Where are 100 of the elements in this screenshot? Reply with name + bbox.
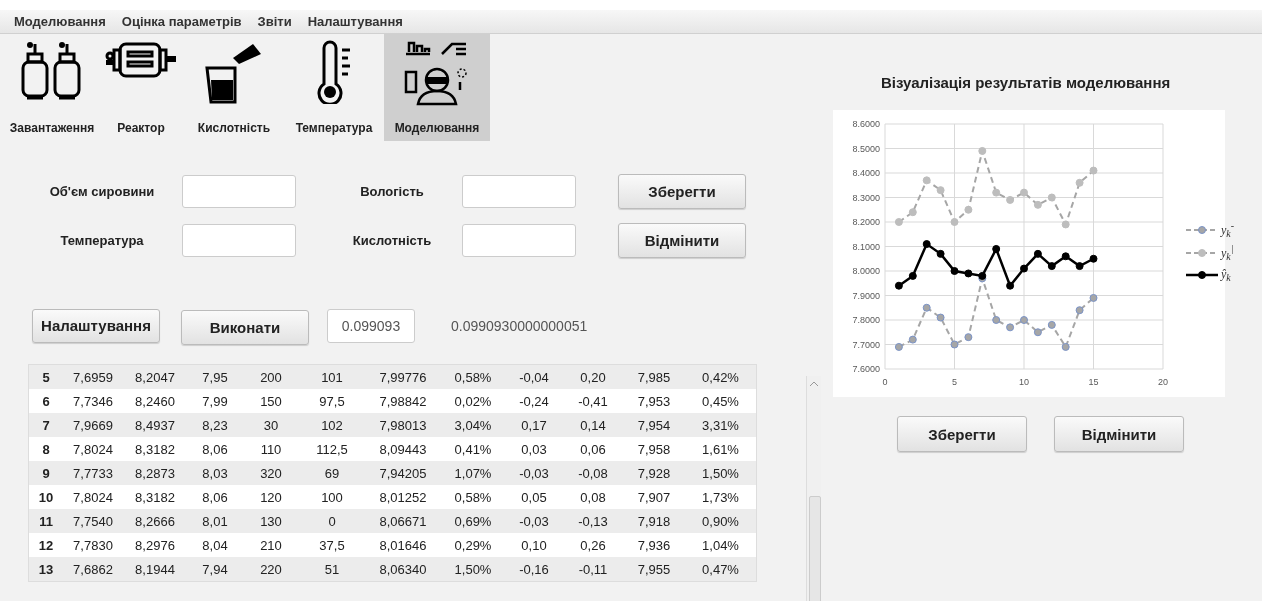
point: [950, 267, 959, 275]
table-cell-text: 220: [259, 561, 283, 577]
table-cell-text: 7,907: [636, 489, 672, 505]
legend-line-icon: [1185, 269, 1219, 280]
table-cell-text: 8,3182: [134, 489, 176, 505]
menu-item[interactable]: Налаштування: [307, 14, 403, 29]
form-button[interactable]: Зберегти: [618, 174, 746, 209]
point: [1075, 178, 1084, 187]
table-cell-text: 8,2873: [134, 465, 176, 481]
point: [922, 240, 931, 249]
point: [1061, 220, 1070, 229]
table-cell-text: 97,5: [318, 393, 346, 409]
chart-button[interactable]: Зберегти: [897, 416, 1027, 452]
point: [908, 271, 917, 280]
y-tick-label: 7.9000: [852, 290, 880, 301]
toolbar-button[interactable]: Моделювання: [384, 34, 490, 141]
point: [936, 313, 945, 322]
y-tick-label: 8.0000: [852, 266, 880, 276]
point: [1033, 328, 1042, 337]
table-cell-text: -0,03: [518, 513, 550, 529]
field-label: Кислотність: [351, 233, 433, 248]
input-field[interactable]: [182, 175, 296, 208]
table-cell-text: 8,06340: [378, 561, 428, 577]
point: [992, 188, 1001, 197]
point: [1075, 262, 1084, 271]
table-cell-text: 210: [259, 537, 283, 553]
x-tick-label: 5: [952, 377, 957, 387]
point: [964, 205, 973, 214]
point: [894, 342, 903, 351]
table-cell-text: 0,26: [579, 537, 607, 553]
table-cell-text: 7,7540: [72, 513, 114, 529]
table-cell-text: 0,05: [520, 489, 548, 505]
legend-label: ŷ$_{k}$: [1221, 266, 1231, 284]
table-cell-text: 5: [41, 369, 51, 385]
table-cell-text: 11: [38, 513, 54, 529]
chart-button[interactable]: Відмінити: [1054, 416, 1184, 452]
table-cell-text: -0,41: [577, 393, 609, 409]
table-cell-text: 3,04%: [453, 417, 493, 433]
table-cell-text: 0,08: [579, 489, 607, 505]
table-cell-text: 7,6959: [72, 369, 114, 385]
table-cell-text: 200: [259, 369, 283, 385]
input-field[interactable]: [462, 175, 576, 208]
point: [1089, 293, 1098, 302]
point: [1061, 342, 1070, 351]
run-button[interactable]: Виконати: [181, 310, 309, 345]
toolbar-button[interactable]: Реактор: [98, 34, 184, 141]
value-field[interactable]: 0.099093: [327, 308, 415, 343]
table-cell-text: -0,24: [518, 393, 550, 409]
table-cell-text: 7,958: [636, 441, 672, 457]
reactor-icon: [104, 40, 178, 80]
toolbar-button[interactable]: Кислотність: [184, 34, 284, 141]
table-cell-text: -0,16: [518, 561, 550, 577]
point: [978, 146, 987, 155]
table-cell-text: 0,58%: [453, 489, 493, 505]
point: [950, 340, 959, 349]
menu-item[interactable]: Оцінка параметрів: [121, 14, 242, 29]
toolbar-button[interactable]: Завантаження: [6, 34, 98, 141]
table-cell-text: 101: [320, 369, 344, 385]
y-tick-label: 7.8000: [852, 315, 880, 325]
table-cell-text: 8,03: [201, 465, 229, 481]
table-cell-text: 7,98013: [378, 417, 428, 433]
point: [1075, 306, 1084, 315]
table-cell-text: 0,45%: [701, 393, 740, 409]
person-charts-icon: [404, 40, 470, 106]
table-cell-text: 10: [37, 489, 55, 505]
settings-button[interactable]: Налаштування: [32, 308, 160, 343]
field-label: Температура: [59, 233, 145, 248]
table-cell-text: 1,04%: [701, 537, 740, 553]
table-cell-text: 30: [262, 417, 280, 433]
point: [992, 316, 1001, 324]
table-cell-text: 8,23: [201, 417, 229, 433]
table-cell-text: -0,08: [577, 465, 609, 481]
form-button[interactable]: Відмінити: [618, 223, 746, 258]
table-cell-text: 8: [41, 441, 51, 457]
table-cell-text: 8,1944: [134, 561, 176, 577]
input-field[interactable]: [462, 224, 576, 257]
y-tick-label: 8.4000: [852, 168, 880, 178]
table-cell-text: 7,985: [636, 369, 672, 385]
table-cell-text: 8,09443: [378, 441, 428, 457]
point: [908, 208, 917, 217]
table-cell-text: -0,11: [577, 561, 609, 577]
table-cell-text: 0,90%: [701, 513, 740, 529]
result-text: 0.0990930000000051: [451, 317, 588, 334]
table-cell-text: 7,918: [636, 513, 672, 529]
table-cell-text: 7,9669: [72, 417, 114, 433]
table-cell-text: 7,7346: [72, 393, 114, 409]
table-cell-text: 69: [323, 465, 341, 481]
table-cell-text: 1,61%: [701, 441, 740, 457]
menu-item[interactable]: Звіти: [257, 14, 292, 29]
toolbar-button[interactable]: Температура: [284, 34, 384, 141]
scrollbar-thumb[interactable]: [809, 496, 821, 601]
table-cell-text: 0,17: [520, 417, 548, 433]
table-cell-text: 7,99776: [378, 369, 428, 385]
menu-item[interactable]: Моделювання: [14, 14, 106, 29]
point: [1020, 188, 1028, 197]
table-cell-text: 8,3182: [134, 441, 176, 457]
table-cell-text: 8,01646: [378, 537, 428, 553]
table-cell-text: 13: [37, 561, 55, 577]
input-field[interactable]: [182, 224, 296, 257]
table-cell-text: 12: [37, 537, 55, 553]
